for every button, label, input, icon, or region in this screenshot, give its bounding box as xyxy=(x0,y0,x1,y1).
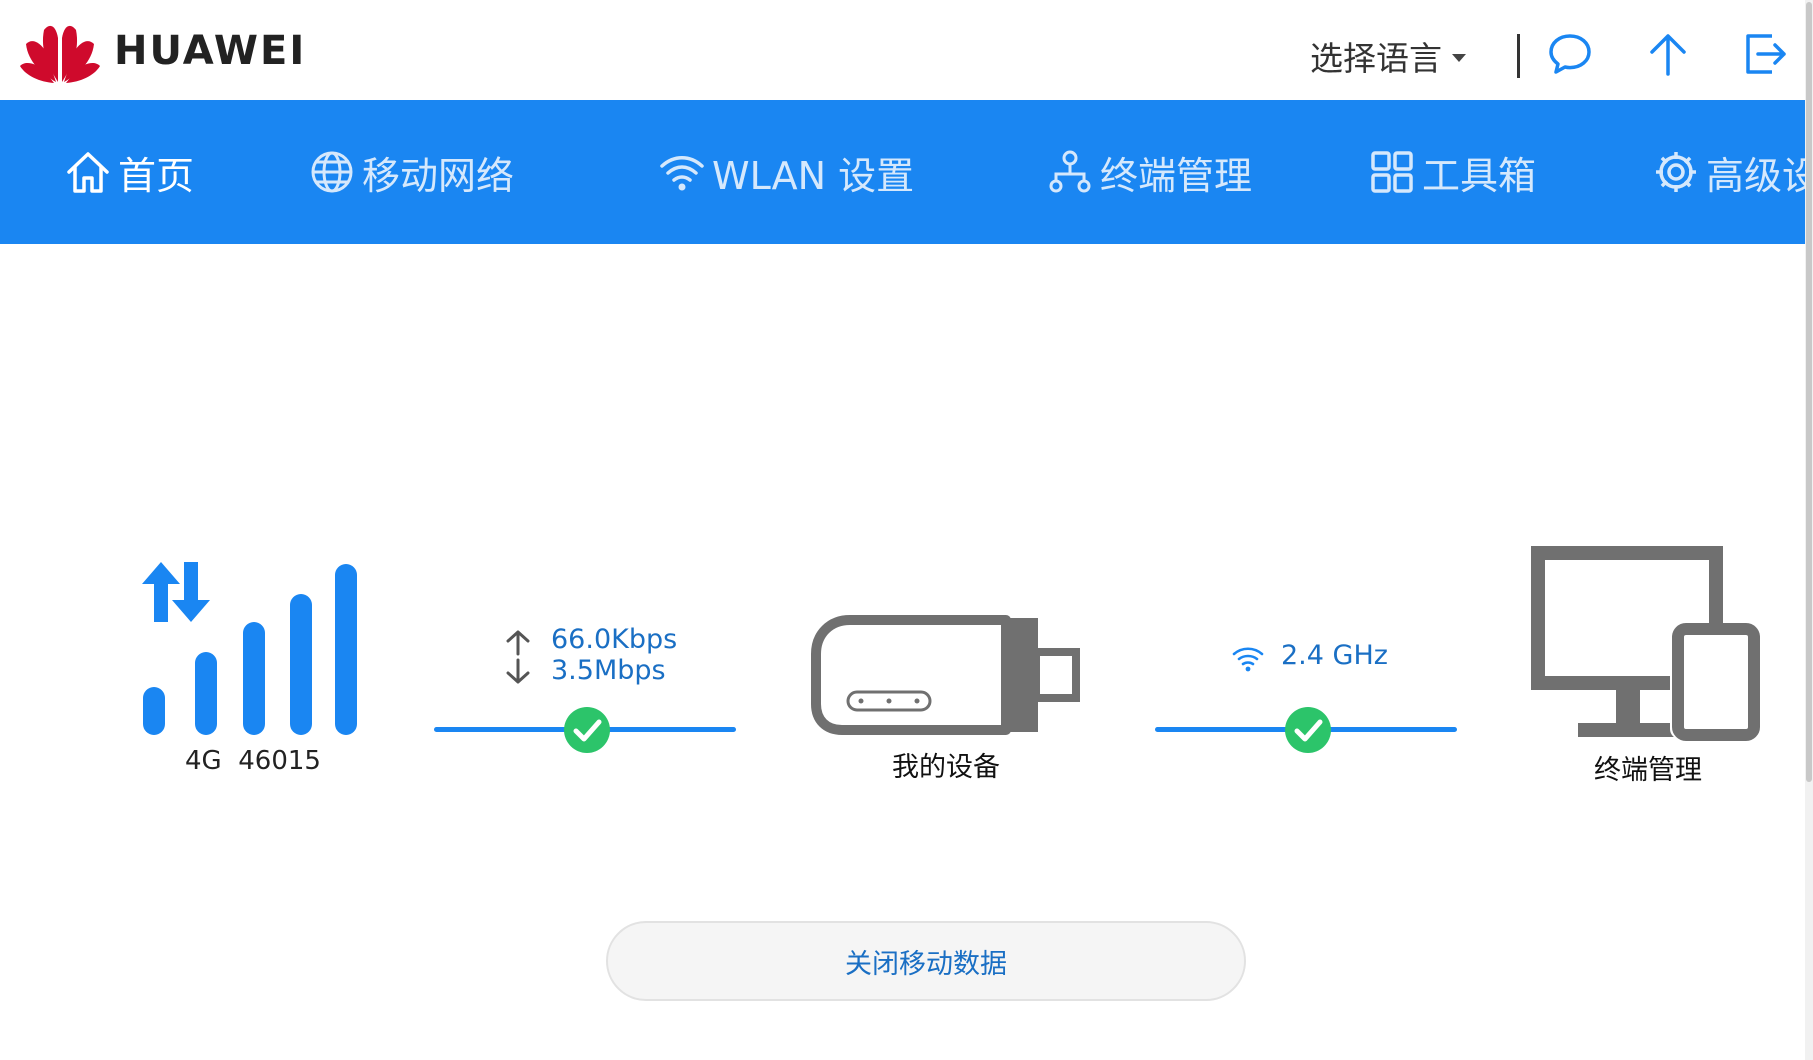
message-button[interactable] xyxy=(1546,30,1594,78)
top-header: HUAWEI 选择语言 xyxy=(0,0,1805,100)
logout-icon xyxy=(1746,34,1786,74)
signal-strength-icon xyxy=(142,562,357,735)
update-button[interactable] xyxy=(1644,30,1692,78)
brand-name: HUAWEI xyxy=(114,28,307,74)
network-info: 4G 46015 xyxy=(185,746,321,776)
nav-mobile-network-label: 移动网络 xyxy=(362,153,515,198)
language-selector[interactable]: 选择语言 xyxy=(1310,32,1466,80)
nav-advanced-settings[interactable]: 高级设 xyxy=(1652,100,1805,244)
nav-toolbox-label: 工具箱 xyxy=(1422,153,1537,198)
huawei-logo[interactable]: HUAWEI xyxy=(18,16,306,86)
checkmark-icon xyxy=(573,719,602,742)
grid-icon xyxy=(1371,151,1413,193)
nav-home-label: 首页 xyxy=(118,153,195,198)
gear-icon xyxy=(1656,152,1696,192)
monitor-phone-icon xyxy=(1531,546,1760,741)
usb-modem-icon xyxy=(811,615,1080,735)
wifi-connected-check xyxy=(1285,707,1331,753)
wifi-small-icon xyxy=(1232,647,1264,672)
nav-wlan-settings[interactable]: WLAN 设置 xyxy=(658,100,914,244)
nav-home[interactable]: 首页 xyxy=(64,100,194,244)
language-selector-label: 选择语言 xyxy=(1310,39,1442,78)
wifi-band: 2.4 GHz xyxy=(1281,640,1388,671)
caret-down-icon xyxy=(1452,54,1466,62)
upload-speed: 66.0Kbps xyxy=(551,624,678,655)
disable-mobile-data-button[interactable]: 关闭移动数据 xyxy=(606,921,1246,1001)
up-down-arrows-icon xyxy=(506,630,530,684)
chat-bubble-icon xyxy=(1549,34,1591,74)
nav-toolbox[interactable]: 工具箱 xyxy=(1368,100,1536,244)
main-navigation: 首页 移动网络 WLAN 设置 终端管理 工具箱 高级设 xyxy=(0,100,1805,244)
nav-device-management[interactable]: 终端管理 xyxy=(1046,100,1252,244)
operator-code: 46015 xyxy=(238,746,321,776)
network-type: 4G xyxy=(185,746,222,776)
terminal-management-label: 终端管理 xyxy=(1594,755,1702,786)
my-device-label: 我的设备 xyxy=(892,752,1000,783)
nav-advanced-settings-label: 高级设 xyxy=(1706,153,1805,198)
header-divider xyxy=(1517,34,1520,78)
nav-wlan-settings-label: WLAN 设置 xyxy=(712,153,915,198)
arrow-up-icon xyxy=(1650,34,1686,76)
huawei-flower-icon xyxy=(20,25,100,83)
page-scrollbar-thumb[interactable] xyxy=(1806,2,1812,782)
device-tree-icon xyxy=(1049,150,1091,193)
wifi-icon xyxy=(660,156,704,191)
logout-button[interactable] xyxy=(1742,30,1790,78)
home-icon xyxy=(67,152,109,193)
globe-icon xyxy=(311,151,353,193)
nav-mobile-network[interactable]: 移动网络 xyxy=(308,100,514,244)
download-speed: 3.5Mbps xyxy=(551,655,666,686)
network-connected-check xyxy=(564,707,610,753)
checkmark-icon xyxy=(1294,719,1323,742)
nav-device-management-label: 终端管理 xyxy=(1100,153,1253,198)
